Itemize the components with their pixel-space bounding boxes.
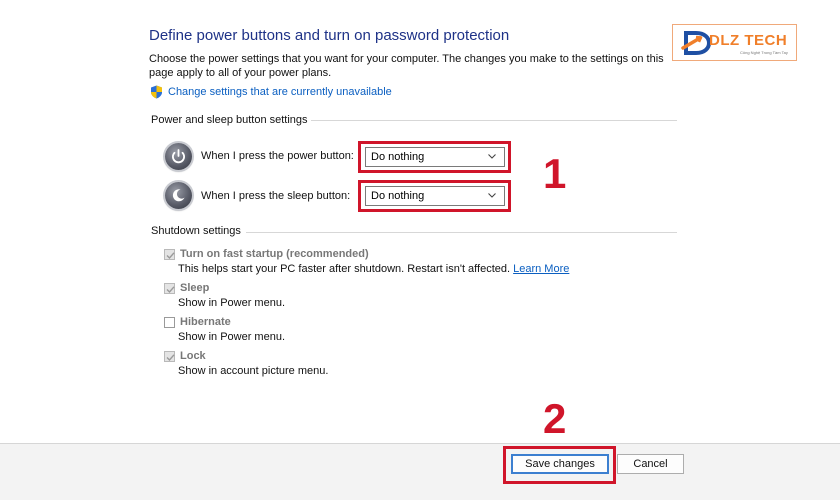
hibernate-checkbox[interactable]: [164, 316, 175, 328]
change-settings-link[interactable]: Change settings that are currently unava…: [150, 85, 392, 99]
checkmark-icon: [166, 285, 175, 293]
sleep-button-action-select[interactable]: Do nothing: [365, 186, 505, 206]
lock-option[interactable]: Lock: [164, 350, 206, 362]
fast-startup-checkbox[interactable]: [164, 248, 175, 260]
lock-description: Show in account picture menu.: [178, 365, 329, 377]
brand-name: DLZ TECH: [709, 32, 788, 49]
sleep-checkbox[interactable]: [164, 282, 175, 294]
power-button-icon: [165, 143, 192, 170]
brand-tagline: Công Nghệ Trong Tầm Tay: [740, 50, 788, 55]
power-section-heading: Power and sleep button settings: [151, 114, 308, 126]
sleep-description: Show in Power menu.: [178, 297, 285, 309]
shutdown-section-heading: Shutdown settings: [151, 225, 241, 237]
sleep-button-icon: [165, 182, 192, 209]
fast-startup-description-text: This helps start your PC faster after sh…: [178, 263, 511, 275]
power-button-label: When I press the power button:: [201, 150, 354, 162]
power-button-action-select[interactable]: Do nothing: [365, 147, 505, 167]
hibernate-label: Hibernate: [180, 316, 231, 328]
hibernate-option[interactable]: Hibernate: [164, 316, 231, 328]
checkmark-icon: [166, 353, 175, 361]
uac-shield-icon: [150, 85, 163, 99]
fast-startup-description: This helps start your PC faster after sh…: [178, 263, 569, 275]
divider: [246, 232, 677, 233]
sleep-option[interactable]: Sleep: [164, 282, 209, 294]
step-number-1: 1: [543, 150, 567, 197]
chevron-down-icon: [488, 193, 496, 198]
sleep-button-action-value: Do nothing: [371, 190, 425, 202]
step-number-2: 2: [543, 395, 567, 442]
sleep-label: Sleep: [180, 282, 210, 294]
brand-logo: DLZ TECH Công Nghệ Trong Tầm Tay: [672, 24, 797, 61]
intro-text: Choose the power settings that you want …: [149, 53, 664, 79]
change-settings-link-label: Change settings that are currently unava…: [168, 86, 392, 98]
fast-startup-label: Turn on fast startup (recommended): [180, 248, 369, 260]
page-title: Define power buttons and turn on passwor…: [149, 27, 510, 44]
power-button-action-value: Do nothing: [371, 151, 425, 163]
sleep-button-label: When I press the sleep button:: [201, 190, 351, 202]
learn-more-link[interactable]: Learn More: [513, 263, 569, 275]
lock-label: Lock: [180, 350, 206, 362]
hibernate-description: Show in Power menu.: [178, 331, 285, 343]
lock-checkbox[interactable]: [164, 350, 175, 362]
fast-startup-option[interactable]: Turn on fast startup (recommended): [164, 248, 369, 260]
footer-bar: [0, 444, 840, 500]
chevron-down-icon: [488, 154, 496, 159]
save-changes-button[interactable]: Save changes: [511, 454, 609, 474]
divider: [311, 120, 677, 121]
checkmark-icon: [166, 251, 175, 259]
cancel-button[interactable]: Cancel: [617, 454, 684, 474]
